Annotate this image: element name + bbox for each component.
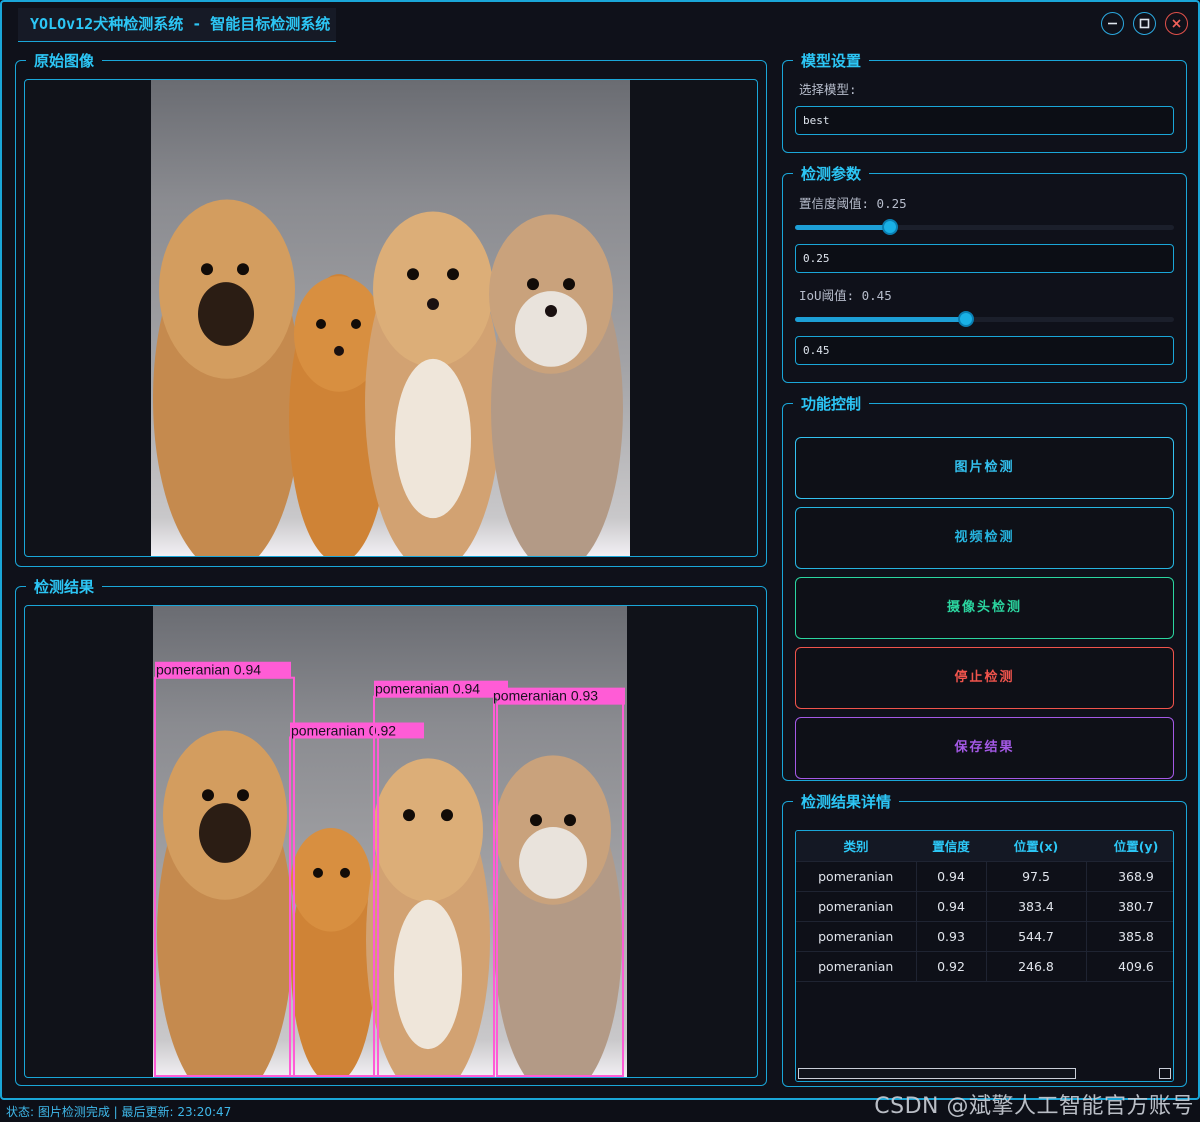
column-header[interactable]: 置信度 (916, 831, 986, 862)
image-detect-button[interactable]: 图片检测 (795, 437, 1174, 499)
confidence-slider-thumb[interactable] (881, 219, 898, 235)
function-controls-panel: 功能控制 图片检测 视频检测 摄像头检测 停止检测 保存结果 (782, 393, 1187, 781)
table-cell: 544.7 (986, 921, 1087, 952)
model-settings-title: 模型设置 (801, 52, 862, 70)
iou-slider[interactable] (795, 311, 1174, 327)
iou-slider-thumb[interactable] (957, 311, 974, 327)
app-window: YOLOv12犬种检测系统 - 智能目标检测系统 原始图像 检测结果 pomer… (0, 0, 1200, 1100)
table-cell: pomeranian (796, 891, 917, 922)
result-details-title: 检测结果详情 (801, 793, 892, 811)
detection-params-title: 检测参数 (801, 165, 862, 183)
confidence-label: 置信度阈值: 0.25 (799, 196, 907, 211)
horizontal-scrollbar[interactable] (796, 1067, 1173, 1081)
iou-input[interactable]: 0.45 (795, 336, 1174, 365)
detection-label: pomeranian 0.92 (291, 722, 396, 738)
model-settings-panel: 模型设置 选择模型: best (782, 50, 1187, 153)
table-row[interactable]: pomeranian 0.92 246.8 409.6 (796, 951, 1173, 982)
column-header[interactable]: 类别 (796, 831, 916, 862)
table-cell: 0.93 (916, 921, 987, 952)
scrollbar-end[interactable] (1159, 1068, 1171, 1079)
function-controls-title: 功能控制 (801, 395, 862, 413)
table-row[interactable]: pomeranian 0.94 97.5 368.9 (796, 861, 1173, 892)
original-photo (151, 80, 630, 556)
table-cell: 246.8 (986, 951, 1087, 982)
results-table-header: 类别 置信度 位置(x) 位置(y) (796, 831, 1173, 862)
scrollbar-handle[interactable] (798, 1068, 1076, 1079)
stop-detect-button[interactable]: 停止检测 (795, 647, 1174, 709)
detection-label: pomeranian 0.94 (375, 681, 480, 697)
close-icon[interactable] (1165, 12, 1188, 35)
column-header[interactable]: 位置(x) (986, 831, 1086, 862)
watermark: CSDN @斌擎人工智能官方账号 (874, 1094, 1194, 1119)
table-row[interactable]: pomeranian 0.93 544.7 385.8 (796, 921, 1173, 952)
model-select-label: 选择模型: (799, 82, 857, 97)
model-select[interactable]: best (795, 106, 1174, 135)
result-image-frame: pomeranian 0.94 pomeranian 0.92 pomerani… (24, 605, 758, 1078)
save-result-button[interactable]: 保存结果 (795, 717, 1174, 779)
result-photo: pomeranian 0.94 pomeranian 0.92 pomerani… (153, 606, 627, 1077)
detection-label: pomeranian 0.93 (493, 688, 598, 704)
result-details-panel: 检测结果详情 类别 置信度 位置(x) 位置(y) pomeranian 0.9… (782, 791, 1187, 1087)
status-bar: 状态: 图片检测完成 | 最后更新: 23:20:47 (6, 1105, 232, 1119)
table-cell: pomeranian (796, 951, 917, 982)
table-cell: 0.92 (916, 951, 987, 982)
iou-label: IoU阈值: 0.45 (799, 288, 892, 303)
detection-result-title: 检测结果 (34, 578, 95, 596)
table-cell: 380.7 (1086, 891, 1173, 922)
maximize-icon[interactable] (1133, 12, 1156, 35)
original-image-frame (24, 79, 758, 557)
table-cell: 0.94 (916, 861, 987, 892)
table-cell: pomeranian (796, 921, 917, 952)
minimize-icon[interactable] (1101, 12, 1124, 35)
table-cell: 368.9 (1086, 861, 1173, 892)
camera-detect-button[interactable]: 摄像头检测 (795, 577, 1174, 639)
results-table-container[interactable]: 类别 置信度 位置(x) 位置(y) pomeranian 0.94 97.5 … (795, 830, 1174, 1082)
table-cell: 383.4 (986, 891, 1087, 922)
original-image-panel: 原始图像 (15, 50, 767, 567)
detection-label: pomeranian 0.94 (156, 662, 261, 678)
results-table: 类别 置信度 位置(x) 位置(y) pomeranian 0.94 97.5 … (796, 831, 1173, 982)
detection-result-panel: 检测结果 pomeranian 0.94 pomeranian 0.92 pom… (15, 576, 767, 1086)
title-bar[interactable]: YOLOv12犬种检测系统 - 智能目标检测系统 (2, 2, 1198, 44)
confidence-input[interactable]: 0.25 (795, 244, 1174, 273)
table-cell: 409.6 (1086, 951, 1173, 982)
table-row[interactable]: pomeranian 0.94 383.4 380.7 (796, 891, 1173, 922)
detection-params-panel: 检测参数 置信度阈值: 0.25 0.25 IoU阈值: 0.45 0.45 (782, 163, 1187, 383)
video-detect-button[interactable]: 视频检测 (795, 507, 1174, 569)
table-cell: 0.94 (916, 891, 987, 922)
table-cell: 97.5 (986, 861, 1087, 892)
window-title: YOLOv12犬种检测系统 - 智能目标检测系统 (18, 8, 337, 42)
table-cell: pomeranian (796, 861, 917, 892)
table-cell: 385.8 (1086, 921, 1173, 952)
original-image-title: 原始图像 (34, 52, 95, 70)
column-header[interactable]: 位置(y) (1086, 831, 1173, 862)
confidence-slider[interactable] (795, 219, 1174, 235)
